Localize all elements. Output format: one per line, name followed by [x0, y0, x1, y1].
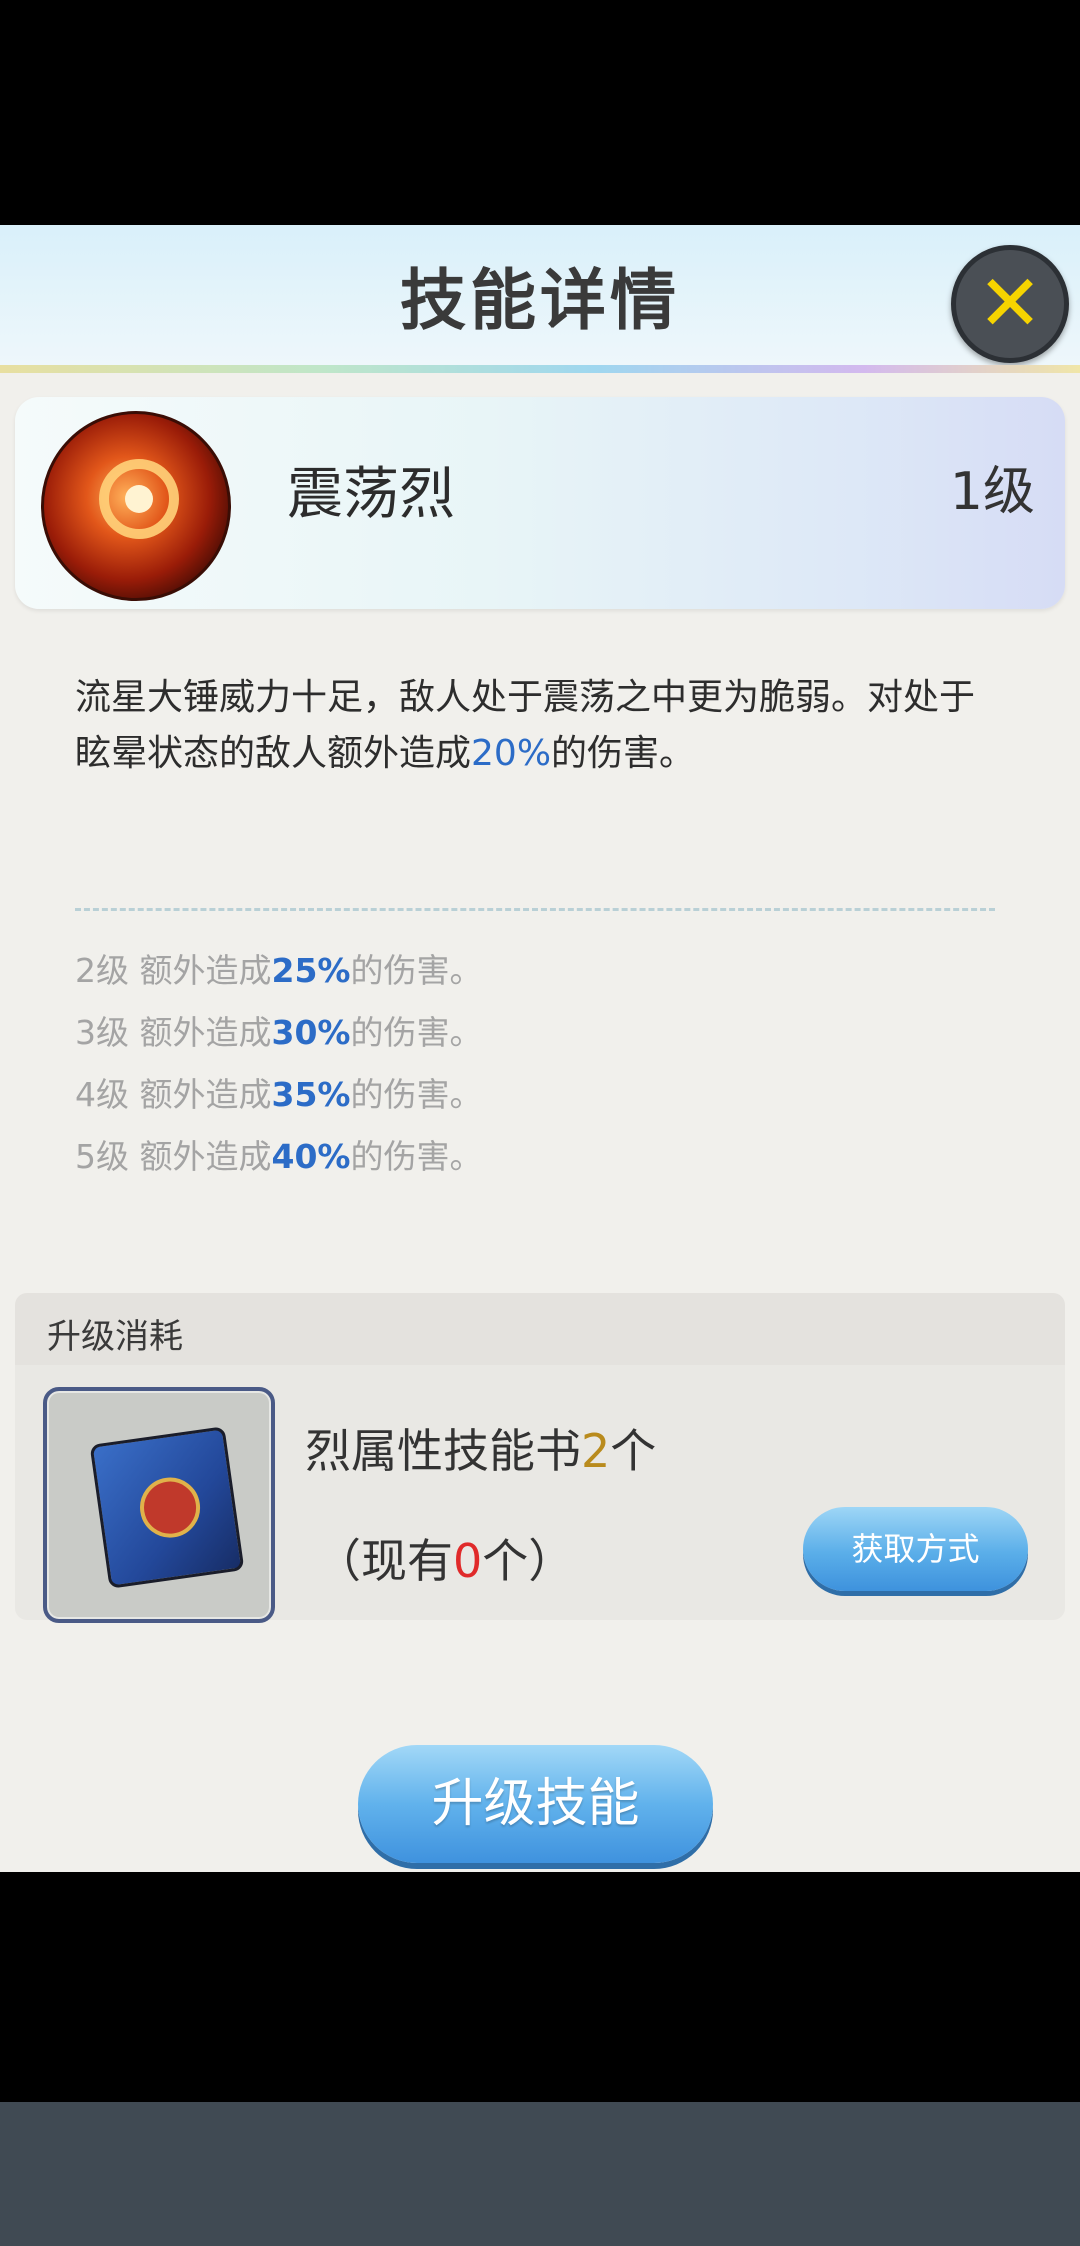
level-text: 额外造成 — [129, 1013, 272, 1052]
level-text: 额外造成 — [129, 1075, 272, 1114]
level-value: 25% — [271, 951, 351, 990]
item-unit: 个 — [610, 1424, 657, 1478]
level-value: 40% — [271, 1137, 351, 1176]
owned-count: 0 — [453, 1534, 483, 1588]
level-text: 额外造成 — [129, 951, 272, 990]
skill-description: 流星大锤威力十足，敌人处于震荡之中更为脆弱。对处于眩晕状态的敌人额外造成20%的… — [75, 670, 1005, 782]
desc-value: 20% — [471, 733, 552, 774]
item-slot[interactable] — [43, 1387, 275, 1623]
close-button[interactable]: ✕ — [951, 245, 1069, 363]
skill-card: 震荡烈 1级 — [15, 397, 1065, 609]
level-value: 35% — [271, 1075, 351, 1114]
header-divider — [0, 365, 1080, 373]
level-suffix: 的伤害。 — [350, 951, 483, 990]
book-seal — [136, 1473, 204, 1542]
level-row: 5级 额外造成40%的伤害。 — [75, 1126, 483, 1188]
level-text: 额外造成 — [129, 1137, 272, 1176]
page-title: 技能详情 — [400, 262, 680, 339]
item-count: 2 — [581, 1424, 611, 1478]
level-value: 30% — [271, 1013, 351, 1052]
skill-icon — [41, 411, 231, 601]
divider — [75, 908, 995, 911]
bottom-area — [0, 1872, 1080, 2102]
owned-prefix: （现有 — [315, 1534, 453, 1588]
skill-name: 震荡烈 — [287, 462, 455, 527]
level-row: 3级 额外造成30%的伤害。 — [75, 1002, 483, 1064]
level-row: 2级 额外造成25%的伤害。 — [75, 940, 483, 1002]
owned-suffix: 个） — [482, 1534, 575, 1588]
level-row: 4级 额外造成35%的伤害。 — [75, 1064, 483, 1126]
skill-level: 1级 — [949, 462, 1035, 522]
level-suffix: 的伤害。 — [350, 1013, 483, 1052]
level-label: 2级 — [75, 951, 129, 990]
status-area — [0, 0, 1080, 225]
item-owned: （现有0个） — [315, 1525, 574, 1591]
upgrade-skill-button[interactable]: 升级技能 — [358, 1745, 713, 1863]
upgrade-cost-title: 升级消耗 — [47, 1317, 183, 1357]
level-label: 5级 — [75, 1137, 129, 1176]
level-list: 2级 额外造成25%的伤害。 3级 额外造成30%的伤害。 4级 额外造成35%… — [75, 940, 483, 1188]
level-label: 3级 — [75, 1013, 129, 1052]
level-label: 4级 — [75, 1075, 129, 1114]
level-suffix: 的伤害。 — [350, 1137, 483, 1176]
item-name-text: 烈属性技能书 — [305, 1424, 581, 1478]
skill-book-icon — [89, 1426, 245, 1589]
skill-detail-panel: 技能详情 ✕ 震荡烈 1级 流星大锤威力十足，敌人处于震荡之中更为脆弱。对处于眩… — [0, 225, 1080, 1872]
navigation-bar — [0, 2102, 1080, 2246]
item-name: 烈属性技能书2个 — [305, 1415, 656, 1481]
close-icon: ✕ — [977, 259, 1043, 349]
desc-suffix: 的伤害。 — [551, 733, 696, 774]
upgrade-cost-header: 升级消耗 — [15, 1293, 1065, 1365]
level-suffix: 的伤害。 — [350, 1075, 483, 1114]
acquire-button[interactable]: 获取方式 — [803, 1507, 1028, 1591]
skill-icon-core — [125, 485, 153, 513]
panel-header: 技能详情 ✕ — [0, 225, 1080, 365]
upgrade-cost-body: 烈属性技能书2个 （现有0个） 获取方式 — [15, 1365, 1065, 1623]
